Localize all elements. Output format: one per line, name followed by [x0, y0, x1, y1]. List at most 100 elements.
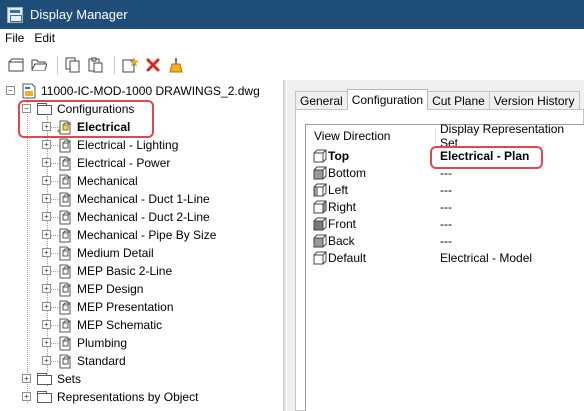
menu-file[interactable]: File: [0, 31, 29, 45]
tree-config-item[interactable]: + Standard: [42, 352, 126, 370]
expand-icon[interactable]: +: [42, 194, 51, 203]
tree-config-label: Mechanical - Duct 1-Line: [77, 192, 210, 206]
toolbar: [0, 52, 584, 78]
display-rep-set-cell[interactable]: ---: [440, 234, 452, 248]
pane-splitter[interactable]: [283, 80, 286, 411]
drawing-file-icon: [21, 83, 37, 99]
tree-config-item[interactable]: + Mechanical - Duct 2-Line: [42, 208, 210, 226]
tree-representations-by-object[interactable]: + Representations by Object: [22, 388, 198, 406]
rep-highlight: [430, 146, 543, 169]
display-rep-set-cell[interactable]: Electrical - Model: [440, 251, 532, 265]
menu-edit[interactable]: Edit: [29, 31, 60, 45]
copy-icon[interactable]: [63, 55, 83, 75]
tree-config-label: Mechanical - Pipe By Size: [77, 228, 217, 242]
tree-config-label: Electrical - Lighting: [77, 138, 179, 152]
delete-icon[interactable]: [143, 55, 163, 75]
tree-config-item[interactable]: + Mechanical: [42, 172, 138, 190]
tree-config-label: MEP Presentation: [77, 300, 174, 314]
tree-config-item[interactable]: + Mechanical - Duct 1-Line: [42, 190, 210, 208]
expand-icon[interactable]: +: [42, 248, 51, 257]
tree-config-label: Electrical - Power: [77, 156, 171, 170]
title-bar: Display Manager: [0, 0, 584, 29]
expand-icon[interactable]: +: [22, 374, 31, 383]
new-config-icon[interactable]: [120, 55, 140, 75]
view-direction-row[interactable]: Default Electrical - Model: [306, 249, 584, 266]
tab-cut-plane[interactable]: Cut Plane: [427, 91, 490, 109]
view-cube-icon: [313, 234, 327, 248]
view-direction-label: Right: [328, 199, 357, 214]
tree-config-item[interactable]: + Medium Detail: [42, 244, 154, 262]
header-view-direction[interactable]: View Direction: [314, 129, 390, 143]
view-cube-icon: [313, 217, 327, 231]
tree-config-label: Mechanical - Duct 2-Line: [77, 210, 210, 224]
expand-icon[interactable]: +: [42, 356, 51, 365]
configuration-icon: [57, 353, 73, 369]
tree-config-item[interactable]: + Electrical - Power: [42, 154, 170, 172]
tree-config-item[interactable]: + MEP Schematic: [42, 316, 162, 334]
tab-configuration[interactable]: Configuration: [346, 89, 429, 110]
display-tree: − 11000-IC-MOD-1000 DRAWINGS_2.dwg − Con…: [2, 80, 274, 411]
display-rep-set-cell[interactable]: ---: [440, 200, 452, 214]
view-direction-label: Back: [328, 233, 355, 248]
configuration-icon: [57, 209, 73, 225]
tree-root-drawing[interactable]: − 11000-IC-MOD-1000 DRAWINGS_2.dwg: [6, 82, 260, 100]
tree-config-label: MEP Design: [77, 282, 144, 296]
expand-icon[interactable]: +: [42, 230, 51, 239]
display-rep-set-cell[interactable]: ---: [440, 183, 452, 197]
paste-icon[interactable]: [86, 55, 106, 75]
configuration-icon: [57, 155, 73, 171]
view-cube-icon: [313, 251, 327, 265]
tree-config-item[interactable]: + MEP Basic 2-Line: [42, 262, 172, 280]
view-cube-icon: [313, 166, 327, 180]
tree-config-item[interactable]: + MEP Presentation: [42, 298, 174, 316]
view-cube-icon: [313, 149, 327, 163]
tree-config-item[interactable]: + MEP Design: [42, 280, 143, 298]
collapse-icon[interactable]: −: [6, 86, 15, 95]
expand-icon[interactable]: +: [42, 320, 51, 329]
view-cube-icon: [313, 200, 327, 214]
view-direction-row[interactable]: Front ---: [306, 215, 584, 232]
expand-icon[interactable]: +: [42, 176, 51, 185]
expand-icon[interactable]: +: [42, 284, 51, 293]
purge-icon[interactable]: [166, 55, 186, 75]
toolbar-separator: [57, 56, 58, 74]
expand-icon[interactable]: +: [42, 302, 51, 311]
folder-icon: [37, 372, 53, 386]
tab-general[interactable]: General: [295, 91, 348, 109]
view-direction-label: Bottom: [328, 165, 367, 180]
tab-version-history[interactable]: Version History: [488, 91, 580, 109]
view-direction-row[interactable]: Back ---: [306, 232, 584, 249]
expand-icon[interactable]: +: [42, 266, 51, 275]
folder-icon: [37, 390, 53, 404]
expand-icon[interactable]: +: [22, 392, 31, 401]
new-icon[interactable]: [6, 55, 26, 75]
view-direction-label: Front: [328, 216, 357, 231]
expand-icon[interactable]: +: [42, 140, 51, 149]
configuration-icon: [57, 335, 73, 351]
properties-pane: General Configuration Cut Plane Version …: [287, 80, 584, 411]
view-direction-label: Left: [328, 182, 349, 197]
tree-config-item[interactable]: + Electrical - Lighting: [42, 136, 178, 154]
tree-config-label: Medium Detail: [77, 246, 154, 260]
tab-strip: General Configuration Cut Plane Version …: [295, 89, 580, 110]
view-direction-row[interactable]: Left ---: [306, 181, 584, 198]
tree-sets[interactable]: + Sets: [22, 370, 81, 388]
tree-config-item[interactable]: + Plumbing: [42, 334, 127, 352]
configuration-icon: [57, 191, 73, 207]
configuration-icon: [57, 317, 73, 333]
view-direction-row[interactable]: Right ---: [306, 198, 584, 215]
view-direction-label: Top: [328, 148, 350, 163]
display-rep-set-cell[interactable]: ---: [440, 217, 452, 231]
tree-config-label: Mechanical: [77, 174, 138, 188]
tree-config-item[interactable]: + Mechanical - Pipe By Size: [42, 226, 216, 244]
configuration-icon: [57, 245, 73, 261]
configuration-icon: [57, 227, 73, 243]
menu-bar: File Edit: [0, 29, 584, 47]
open-icon[interactable]: [29, 55, 49, 75]
expand-icon[interactable]: +: [42, 212, 51, 221]
tree-config-label: Plumbing: [77, 336, 128, 350]
expand-icon[interactable]: +: [42, 338, 51, 347]
tree-config-label: MEP Basic 2-Line: [77, 264, 173, 278]
expand-icon[interactable]: +: [42, 158, 51, 167]
tree-config-label: Standard: [77, 354, 126, 368]
